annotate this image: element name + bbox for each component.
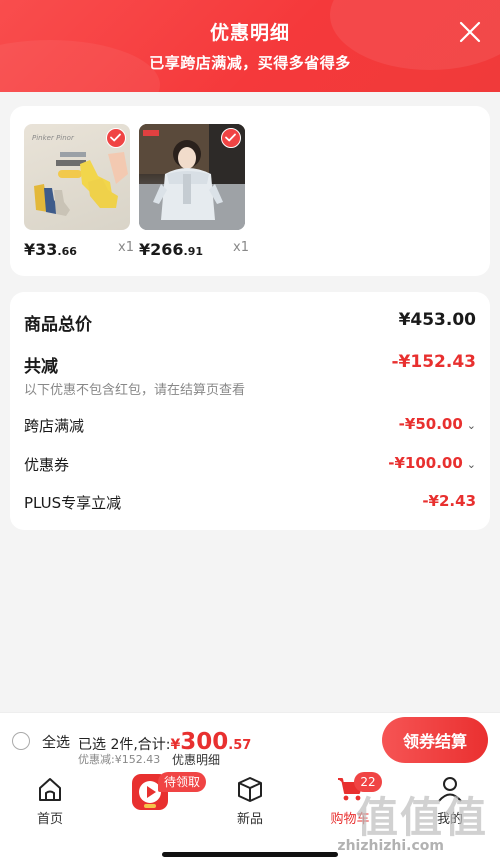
discount-summary: 优惠减:¥152.43 [78,753,161,766]
tab-new[interactable]: 新品 [210,774,290,827]
total-price-value: ¥453.00 [398,310,476,330]
winter-coat-product-image [139,124,245,230]
discount-detail-link[interactable]: 优惠明细 [172,751,220,768]
header-subtitle: 已享跨店满减，买得多省得多 [149,54,351,72]
discount-note-row: 以下优惠不包含红包，请在结算页查看 [24,379,476,398]
socks-product-image: Pinker Pinor [24,124,130,230]
discount-amount: -¥50.00 [398,415,463,433]
price-integer: ¥266 [139,240,184,259]
chevron-down-icon[interactable]: ⌄ [467,458,476,471]
home-indicator [162,852,338,857]
price-integer: ¥33 [24,240,58,259]
product-item[interactable]: ¥266.91 x1 [139,124,249,259]
price-summary-card: 商品总价 ¥453.00 共减 -¥152.43 以下优惠不包含红包，请在结算页… [10,292,490,530]
site-watermark-url: zhizhizhi.com [337,838,444,854]
discount-item-value: -¥2.43 [422,492,476,510]
discount-detail-header: 优惠明细 已享跨店满减，买得多省得多 [0,0,500,92]
product-quantity: x1 [233,240,249,255]
selected-check-icon[interactable] [106,128,126,148]
total-reduce-label: 共减 [24,357,58,377]
discount-item-row[interactable]: 跨店满减 -¥50.00 ⌄ [24,415,476,437]
discount-amount: -¥100.00 [388,454,463,472]
box-icon [235,774,265,804]
discount-note: 以下优惠不包含红包，请在结算页查看 [24,383,246,398]
total-reduce-value: -¥152.43 [391,352,477,372]
discount-item-row[interactable]: 优惠券 -¥100.00 ⌄ [24,454,476,476]
tab-label: 首页 [36,812,63,827]
product-quantity: x1 [118,240,134,255]
price-decimal: .91 [183,245,204,258]
discount-item-label: 优惠券 [24,456,70,474]
discount-item-value: -¥50.00 ⌄ [399,415,476,433]
select-all-checkbox[interactable] [12,732,30,750]
discount-item-label: 跨店满减 [24,417,85,435]
header-title: 优惠明细 [209,22,290,44]
discount-item-value: -¥100.00 ⌄ [388,454,476,472]
close-icon[interactable] [458,20,482,44]
svg-text:Pinker Pinor: Pinker Pinor [32,134,75,142]
price-decimal: .66 [57,245,77,258]
tab-label: 新品 [236,812,263,827]
checkout-button[interactable]: 领券结算 [382,717,488,763]
discount-item-row: PLUS专享立减 -¥2.43 [24,492,476,514]
total-price-row: 商品总价 ¥453.00 [24,310,476,335]
selected-check-icon[interactable] [221,128,241,148]
checkout-bar: 全选 已选 2件,合计:¥300.57 优惠减:¥152.43 优惠明细 领券结… [0,712,500,768]
product-list-card: Pinker Pinor ¥33.66 x1 ¥266.91 x1 [10,106,490,276]
total-price-label: 商品总价 [24,315,92,335]
home-icon [35,774,65,804]
discount-item-label: PLUS专享立减 [24,494,122,512]
site-watermark: 值值值 [355,793,488,842]
total-decimal: .57 [228,738,252,753]
total-reduce-row: 共减 -¥152.43 [24,352,477,377]
claim-badge: 待领取 [158,772,207,792]
tab-home[interactable]: 首页 [10,774,90,827]
select-all-label[interactable]: 全选 [42,732,70,752]
chevron-down-icon[interactable]: ⌄ [467,419,476,432]
product-item[interactable]: Pinker Pinor ¥33.66 x1 [24,124,134,259]
